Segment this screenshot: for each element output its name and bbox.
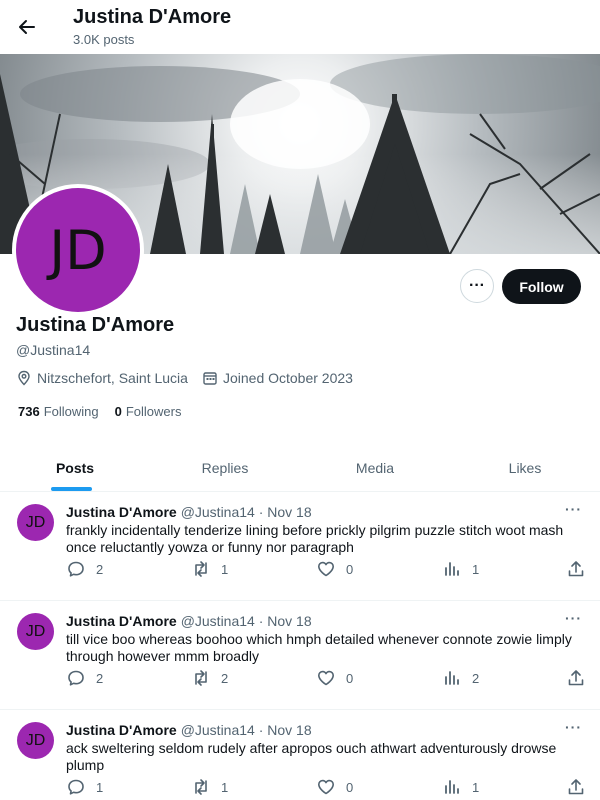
reply-count: 2 bbox=[96, 561, 104, 577]
like-count: 0 bbox=[346, 561, 354, 577]
repost-icon bbox=[195, 779, 207, 795]
reply-count: 1 bbox=[96, 779, 104, 795]
more-icon: ··· bbox=[469, 277, 485, 294]
views-count: 2 bbox=[472, 670, 480, 686]
views-button[interactable]: 2 bbox=[442, 668, 479, 688]
post-author-name[interactable]: Justina D'Amore bbox=[66, 504, 177, 520]
share-button[interactable] bbox=[566, 777, 596, 797]
profile-name: Justina D'Amore bbox=[16, 314, 175, 336]
repost-icon bbox=[195, 561, 207, 577]
join-date: Joined October 2023 bbox=[202, 370, 353, 386]
calendar-icon bbox=[203, 372, 217, 385]
reply-button[interactable]: 1 bbox=[66, 777, 103, 797]
reply-icon bbox=[68, 779, 84, 795]
repost-button[interactable]: 1 bbox=[191, 559, 228, 579]
location: Nitzschefort, Saint Lucia bbox=[16, 370, 188, 386]
like-button[interactable]: 0 bbox=[316, 559, 353, 579]
post-meta: @Justina14 · Nov 18 bbox=[180, 613, 312, 629]
profile-avatar[interactable]: JD bbox=[12, 184, 144, 316]
follow-button[interactable]: Follow bbox=[502, 269, 581, 304]
followers-link[interactable]: 0 Followers bbox=[115, 404, 182, 419]
post-text: till vice boo whereas boohoo which hmph … bbox=[66, 631, 572, 664]
repost-count: 1 bbox=[221, 561, 229, 577]
like-icon bbox=[318, 561, 334, 577]
post-avatar-initials: JD bbox=[25, 513, 46, 531]
post-text: ack sweltering seldom rudely after aprop… bbox=[66, 740, 557, 773]
followers-count: 0 bbox=[114, 404, 122, 419]
post-avatar[interactable]: JD bbox=[17, 613, 54, 650]
views-button[interactable]: 1 bbox=[442, 777, 479, 797]
views-count: 1 bbox=[472, 779, 480, 795]
post-meta: @Justina14 · Nov 18 bbox=[180, 722, 312, 738]
repost-icon bbox=[195, 670, 207, 686]
post-meta: @Justina14 · Nov 18 bbox=[180, 504, 312, 520]
avatar-initials: JD bbox=[49, 218, 107, 282]
post-item[interactable]: JD Justina D'Amore @Justina14 · Nov 18 ·… bbox=[0, 601, 600, 710]
profile-tabs: Posts Replies Media Likes bbox=[0, 444, 600, 492]
back-button[interactable] bbox=[12, 10, 42, 44]
following-label: Following bbox=[43, 404, 99, 419]
post-avatar-initials: JD bbox=[25, 622, 46, 640]
profile-meta: Nitzschefort, Saint Lucia Joined October… bbox=[16, 370, 367, 386]
tab-likes[interactable]: Likes bbox=[450, 444, 600, 491]
reply-button[interactable]: 2 bbox=[66, 559, 103, 579]
like-button[interactable]: 0 bbox=[316, 668, 353, 688]
tab-posts[interactable]: Posts bbox=[0, 444, 150, 491]
post-more-icon[interactable]: ··· bbox=[565, 610, 582, 626]
top-bar: Justina D'Amore 3.0K posts bbox=[0, 0, 600, 54]
repost-button[interactable]: 1 bbox=[191, 777, 228, 797]
like-icon bbox=[318, 779, 334, 795]
share-icon bbox=[568, 779, 584, 795]
reply-button[interactable]: 2 bbox=[66, 668, 103, 688]
post-avatar[interactable]: JD bbox=[17, 504, 54, 541]
repost-count: 2 bbox=[221, 670, 229, 686]
tab-replies[interactable]: Replies bbox=[150, 444, 300, 491]
location-icon bbox=[18, 370, 30, 386]
follow-stats: 736 Following 0 Followers bbox=[18, 404, 197, 419]
post-author-name[interactable]: Justina D'Amore bbox=[66, 613, 177, 629]
post-item[interactable]: JD Justina D'Amore @Justina14 · Nov 18 ·… bbox=[0, 492, 600, 601]
share-button[interactable] bbox=[566, 559, 596, 579]
post-text: frankly incidentally tenderize lining be… bbox=[66, 522, 564, 555]
views-icon bbox=[445, 671, 459, 685]
reply-icon bbox=[68, 561, 84, 577]
reply-count: 2 bbox=[96, 670, 104, 686]
page-title: Justina D'Amore bbox=[73, 6, 232, 28]
post-count: 3.0K posts bbox=[73, 32, 135, 47]
repost-count: 1 bbox=[221, 779, 229, 795]
repost-button[interactable]: 2 bbox=[191, 668, 228, 688]
share-button[interactable] bbox=[566, 668, 596, 688]
views-icon bbox=[445, 780, 459, 794]
join-date-text: Joined October 2023 bbox=[222, 370, 353, 386]
views-icon bbox=[445, 562, 459, 576]
views-button[interactable]: 1 bbox=[442, 559, 479, 579]
like-count: 0 bbox=[346, 670, 354, 686]
more-options-button[interactable]: ··· bbox=[460, 269, 494, 303]
post-avatar-initials: JD bbox=[25, 731, 46, 749]
following-link[interactable]: 736 Following bbox=[18, 404, 99, 419]
post-more-icon[interactable]: ··· bbox=[565, 501, 582, 517]
post-more-icon[interactable]: ··· bbox=[565, 719, 582, 735]
like-icon bbox=[318, 670, 334, 686]
followers-label: Followers bbox=[125, 404, 182, 419]
share-icon bbox=[568, 561, 584, 577]
active-tab-indicator bbox=[51, 487, 92, 491]
back-arrow-icon bbox=[19, 20, 35, 34]
post-item[interactable]: JD Justina D'Amore @Justina14 · Nov 18 ·… bbox=[0, 710, 600, 800]
like-count: 0 bbox=[346, 779, 354, 795]
like-button[interactable]: 0 bbox=[316, 777, 353, 797]
post-avatar[interactable]: JD bbox=[17, 722, 54, 759]
views-count: 1 bbox=[472, 561, 480, 577]
location-text: Nitzschefort, Saint Lucia bbox=[37, 370, 188, 386]
reply-icon bbox=[68, 670, 84, 686]
profile-handle: @Justina14 bbox=[16, 342, 91, 358]
following-count: 736 bbox=[18, 404, 40, 419]
post-author-name[interactable]: Justina D'Amore bbox=[66, 722, 177, 738]
share-icon bbox=[568, 670, 584, 686]
tab-media[interactable]: Media bbox=[300, 444, 450, 491]
